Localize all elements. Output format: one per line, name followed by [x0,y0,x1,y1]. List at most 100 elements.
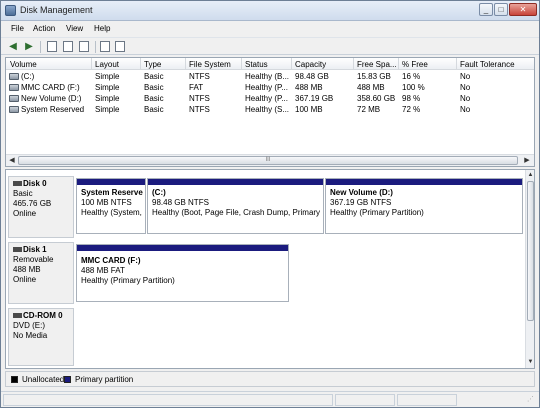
cell-free-space: 488 MB [357,83,385,92]
disk-layout-pane[interactable]: Disk 0 Basic 465.76 GB Online System Res… [5,169,535,369]
column-header-status[interactable]: Status [245,60,268,70]
partition-status: Healthy (System, [81,208,142,217]
column-header-type[interactable]: Type [144,60,161,70]
properties-icon[interactable] [63,41,73,52]
disk-name: Disk 1 [23,245,47,254]
menu-action[interactable]: Action [33,24,55,33]
cell-layout: Simple [95,83,120,92]
cell-file-system: FAT [189,83,204,92]
disk-type: Basic [13,189,33,198]
cell-percent-free: 98 % [402,94,421,103]
disk-1-info[interactable]: Disk 1 Removable 488 MB Online [8,242,74,304]
vertical-scroll-thumb[interactable] [527,181,534,321]
drive-icon [9,95,19,102]
cell-status: Healthy (P... [245,94,288,103]
cell-layout: Simple [95,105,120,114]
vertical-scrollbar[interactable]: ▲ ▼ [525,170,534,368]
partition-name: MMC CARD (F:) [81,256,141,265]
partition-mmc-card-f[interactable]: MMC CARD (F:) 488 MB FAT Healthy (Primar… [76,244,289,302]
cell-status: Healthy (B... [245,72,290,81]
title-bar[interactable]: Disk Management _ □ ✕ [1,1,539,21]
column-header-file-system[interactable]: File System [189,60,231,70]
menu-help[interactable]: Help [94,24,110,33]
menu-file[interactable]: File [11,24,24,33]
cell-volume: System Reserved [21,105,85,114]
legend: Unallocated Primary partition [5,371,535,387]
disk-status: Online [13,275,37,284]
cell-type: Basic [144,105,164,114]
volume-list[interactable]: Volume Layout Type File System Status Ca… [5,57,535,167]
cell-type: Basic [144,72,164,81]
cell-volume: New Volume (D:) [21,94,82,103]
menu-view[interactable]: View [66,24,83,33]
partition-status: Healthy (Boot, Page File, Crash Dump, Pr… [152,208,321,217]
cell-free-space: 358.60 GB [357,94,396,103]
partition-detail: 100 MB NTFS [81,198,132,207]
minimize-button[interactable]: _ [479,3,493,16]
cell-percent-free: 16 % [402,72,421,81]
window-title: Disk Management [20,5,93,15]
disk-size: 488 MB [13,265,41,274]
column-divider[interactable] [241,58,242,70]
close-button[interactable]: ✕ [509,3,537,16]
cd-rom-0-info[interactable]: CD-ROM 0 DVD (E:) No Media [8,308,74,366]
column-header-fault-tolerance[interactable]: Fault Tolerance [460,60,515,70]
table-row[interactable]: MMC CARD (F:) Simple Basic FAT Healthy (… [6,82,534,93]
menu-bar: File Action View Help [1,22,539,36]
cell-fault-tolerance: No [460,105,471,114]
forward-arrow-icon[interactable]: ▶ [23,41,35,53]
scroll-left-arrow-icon[interactable]: ◀ [7,156,17,166]
column-divider[interactable] [456,58,457,70]
cell-type: Basic [144,83,164,92]
drive-icon [9,73,19,80]
cd-drive-icon [13,313,22,319]
partition-c[interactable]: (C:) 98.48 GB NTFS Healthy (Boot, Page F… [147,178,324,234]
rescan-disks-icon[interactable] [115,41,125,52]
column-divider[interactable] [353,58,354,70]
back-arrow-icon[interactable]: ◀ [7,41,19,53]
partition-name: System Reserved [81,188,143,197]
column-divider[interactable] [291,58,292,70]
disk-status: No Media [13,331,48,340]
horizontal-scrollbar[interactable]: ◀ III ▶ [6,154,534,166]
primary-partition-bar [77,245,288,251]
cell-capacity: 100 MB [295,105,323,114]
disk-management-app-icon [5,5,16,16]
scroll-up-arrow-icon[interactable]: ▲ [526,171,534,180]
maximize-button[interactable]: □ [494,3,508,16]
cell-type: Basic [144,94,164,103]
column-header-percent-free[interactable]: % Free [402,60,428,70]
disk-management-window: Disk Management _ □ ✕ File Action View H… [0,0,540,408]
resize-grip-icon[interactable]: ⋰ [527,396,535,404]
table-row[interactable]: (C:) Simple Basic NTFS Healthy (B... 98.… [6,71,534,82]
column-header-layout[interactable]: Layout [95,60,119,70]
refresh-icon[interactable] [100,41,110,52]
disk-name: CD-ROM 0 [23,311,63,320]
column-header-volume[interactable]: Volume [10,60,37,70]
column-divider[interactable] [140,58,141,70]
partition-status: Healthy (Primary Partition) [330,208,424,217]
drive-icon [9,106,19,113]
column-divider[interactable] [91,58,92,70]
table-row[interactable]: New Volume (D:) Simple Basic NTFS Health… [6,93,534,104]
disk-type: Removable [13,255,54,264]
cell-capacity: 367.19 GB [295,94,334,103]
cell-file-system: NTFS [189,105,210,114]
disk-0-info[interactable]: Disk 0 Basic 465.76 GB Online [8,176,74,238]
column-header-capacity[interactable]: Capacity [295,60,326,70]
help-icon[interactable] [79,41,89,52]
show-hide-console-icon[interactable] [47,41,57,52]
cell-status: Healthy (P... [245,83,288,92]
cell-status: Healthy (S... [245,105,290,114]
scroll-down-arrow-icon[interactable]: ▼ [526,358,534,367]
column-divider[interactable] [398,58,399,70]
column-header-free-space[interactable]: Free Spa... [357,60,397,70]
partition-system-reserved[interactable]: System Reserved 100 MB NTFS Healthy (Sys… [76,178,146,234]
partition-detail: 488 MB FAT [81,266,125,275]
column-divider[interactable] [185,58,186,70]
horizontal-scroll-thumb[interactable]: III [18,156,518,165]
cell-file-system: NTFS [189,94,210,103]
table-row[interactable]: System Reserved Simple Basic NTFS Health… [6,104,534,115]
scroll-right-arrow-icon[interactable]: ▶ [522,156,532,166]
partition-new-volume-d[interactable]: New Volume (D:) 367.19 GB NTFS Healthy (… [325,178,523,234]
